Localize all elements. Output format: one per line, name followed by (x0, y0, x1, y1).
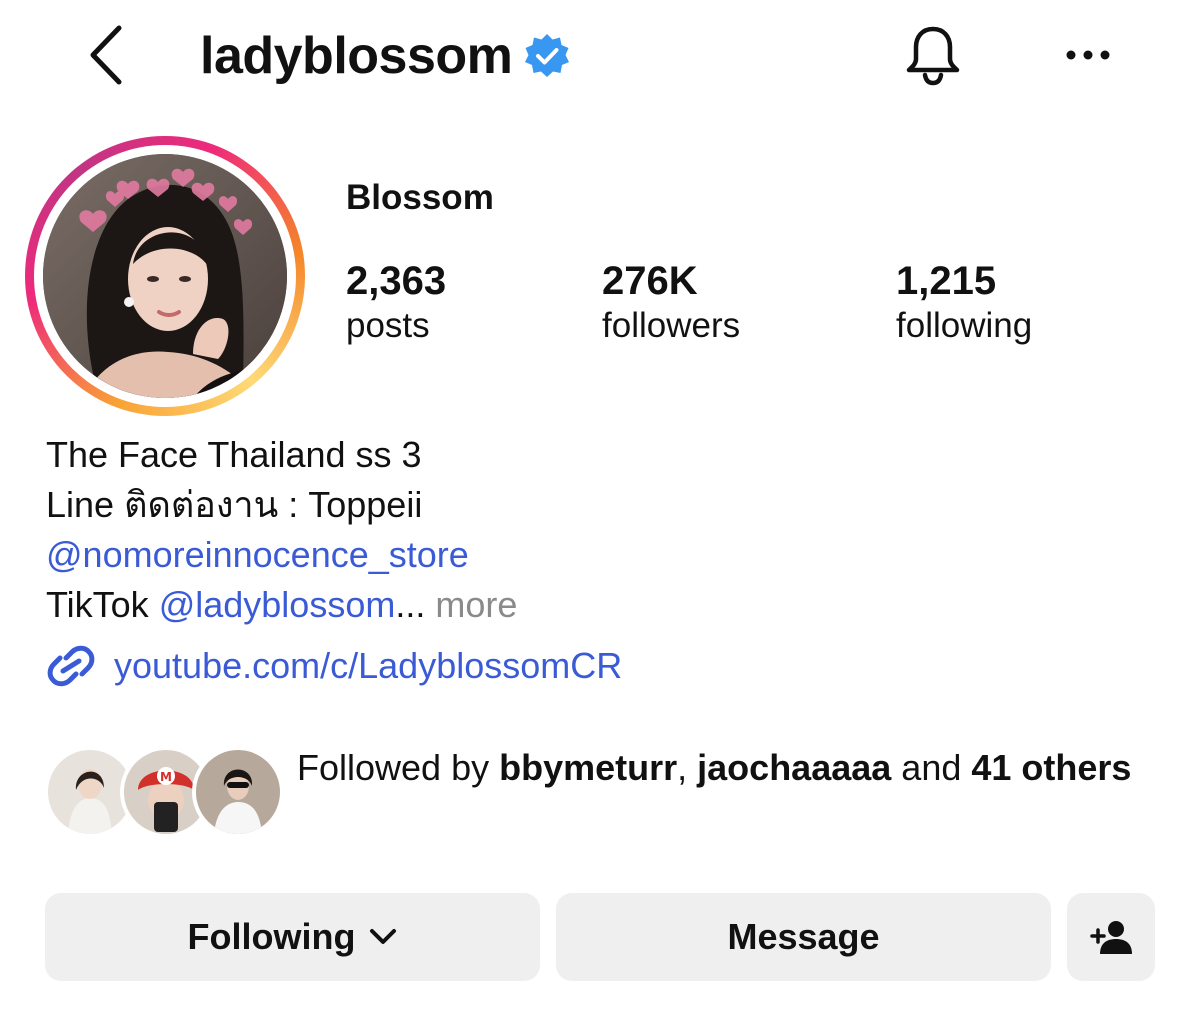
tiktok-mention-link[interactable]: @ladyblossom (159, 584, 396, 625)
following-button[interactable]: Following (45, 893, 540, 981)
profile-avatar-story-ring[interactable] (25, 136, 305, 416)
bio-line-1: The Face Thailand ss 3 (46, 434, 422, 475)
back-button[interactable] (82, 22, 132, 88)
more-horizontal-icon (1066, 50, 1110, 60)
posts-count: 2,363 (346, 259, 447, 303)
add-person-icon (1090, 921, 1132, 954)
followed-by-conjunction: and (891, 747, 972, 788)
bio-more-link[interactable]: more (425, 584, 517, 625)
username: ladyblossom (200, 27, 513, 85)
store-mention-link[interactable]: @nomoreinnocence_store (46, 534, 469, 575)
followers-label: followers (602, 306, 741, 345)
followers-count: 276K (602, 259, 698, 303)
mutual-others-count[interactable]: 41 others (971, 747, 1131, 788)
followed-by-prefix: Followed by (297, 747, 500, 788)
following-label: following (896, 306, 1033, 345)
bio: The Face Thailand ss 3 Line ติดต่องาน : … (46, 430, 517, 630)
mutual-followers-avatars[interactable]: M (44, 746, 284, 840)
followed-by-separator: , (677, 747, 698, 788)
verified-badge-icon (522, 31, 572, 81)
mutual-user-2[interactable]: jaochaaaaa (697, 747, 891, 788)
posts-label: posts (346, 306, 430, 345)
avatar (43, 154, 287, 398)
bio-ellipsis: ... (395, 584, 426, 625)
external-link-text: youtube.com/c/LadyblossomCR (114, 645, 623, 686)
header-title: ladyblossom (200, 26, 572, 86)
link-icon (47, 645, 95, 687)
bio-line-2: Line ติดต่องาน : Toppeii (46, 484, 423, 525)
mutual-user-1[interactable]: bbymeturr (499, 747, 677, 788)
display-name: Blossom (346, 178, 494, 217)
chevron-down-icon (370, 929, 397, 944)
external-link[interactable]: youtube.com/c/LadyblossomCR (46, 644, 622, 688)
stat-followers[interactable]: 276K followers (602, 258, 740, 348)
chevron-left-icon (90, 25, 122, 85)
notifications-button[interactable] (898, 20, 968, 90)
bell-icon (906, 26, 960, 86)
following-count: 1,215 (896, 259, 997, 303)
stat-posts[interactable]: 2,363 posts (346, 258, 446, 348)
message-button-label: Message (727, 916, 880, 957)
message-button[interactable]: Message (556, 893, 1051, 981)
profile-page: ladyblossom Blossom 2,363 posts 276K fol… (0, 0, 1200, 1015)
following-button-label: Following (187, 916, 356, 957)
tiktok-prefix: TikTok (46, 584, 159, 625)
svg-text:M: M (160, 770, 172, 784)
mutual-avatar-3 (192, 746, 284, 838)
suggested-users-button[interactable] (1067, 893, 1155, 981)
more-options-button[interactable] (1058, 30, 1118, 80)
followed-by-text[interactable]: Followed by bbymeturr, jaochaaaaa and 41… (297, 742, 1157, 793)
stat-following[interactable]: 1,215 following (896, 258, 1032, 348)
